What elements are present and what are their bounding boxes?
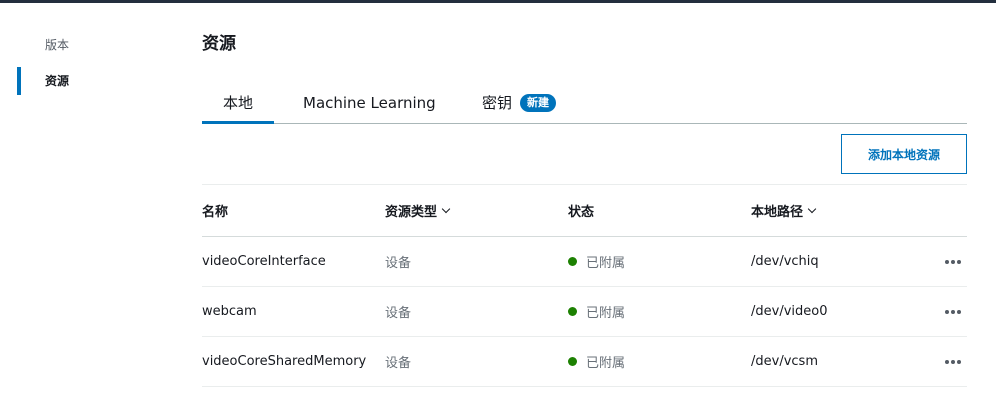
sidebar-active-indicator	[17, 67, 21, 95]
resource-path: /dev/vchiq	[751, 254, 819, 269]
tab-bar: 本地 Machine Learning 密钥 新建	[202, 84, 967, 124]
resource-type: 设备	[385, 356, 412, 371]
resource-status: 已附属	[568, 237, 625, 286]
header-type-label: 资源类型	[385, 205, 438, 220]
tab-local[interactable]: 本地	[202, 84, 274, 124]
more-actions-icon[interactable]	[941, 256, 965, 268]
sidebar: 版本 资源	[0, 0, 180, 414]
header-name-label: 名称	[202, 205, 229, 220]
more-actions-icon[interactable]	[941, 306, 965, 318]
header-type[interactable]: 资源类型	[385, 185, 451, 236]
table-row: videoCoreInterface 设备 已附属 /dev/vchiq	[202, 237, 967, 287]
resource-status: 已附属	[568, 337, 625, 386]
resource-status-label: 已附属	[586, 356, 626, 371]
tab-machine-learning[interactable]: Machine Learning	[303, 84, 436, 123]
header-path-label: 本地路径	[751, 205, 804, 220]
row-actions	[938, 337, 967, 386]
header-path[interactable]: 本地路径	[751, 185, 817, 236]
status-ok-icon	[568, 357, 577, 366]
more-actions-icon[interactable]	[941, 356, 965, 368]
tab-secrets-label: 密钥	[482, 94, 513, 112]
tab-machine-learning-label: Machine Learning	[303, 94, 436, 112]
sidebar-item-version[interactable]: 版本	[45, 37, 69, 53]
new-badge: 新建	[520, 93, 557, 112]
chevron-down-icon	[807, 204, 817, 213]
resource-status: 已附属	[568, 287, 625, 336]
tab-secrets[interactable]: 密钥 新建	[482, 84, 557, 123]
row-actions	[938, 287, 967, 336]
table-row: videoCoreSharedMemory 设备 已附属 /dev/vcsm	[202, 337, 967, 387]
chevron-down-icon	[441, 204, 451, 213]
resource-status-label: 已附属	[586, 256, 626, 271]
resource-type: 设备	[385, 306, 412, 321]
table-row: webcam 设备 已附属 /dev/video0	[202, 287, 967, 337]
sidebar-item-resources[interactable]: 资源	[45, 73, 69, 89]
header-status-label: 状态	[568, 205, 595, 220]
status-ok-icon	[568, 307, 577, 316]
resource-name: videoCoreSharedMemory	[202, 354, 367, 369]
resource-path: /dev/vcsm	[751, 354, 818, 369]
table-header-row: 名称 资源类型 状态 本地路径	[202, 185, 967, 237]
resource-path: /dev/video0	[751, 304, 828, 319]
header-status: 状态	[568, 185, 594, 236]
row-actions	[938, 237, 967, 286]
status-ok-icon	[568, 257, 577, 266]
header-name: 名称	[202, 185, 228, 236]
page-title: 资源	[202, 34, 236, 54]
resources-table: 名称 资源类型 状态 本地路径 videoCoreInterface 设备 已附…	[202, 184, 967, 387]
resource-name: webcam	[202, 304, 257, 319]
tab-local-label: 本地	[222, 94, 253, 112]
resource-status-label: 已附属	[586, 306, 626, 321]
resource-name: videoCoreInterface	[202, 254, 326, 269]
resource-type: 设备	[385, 256, 412, 271]
add-local-resource-button[interactable]: 添加本地资源	[841, 134, 967, 174]
